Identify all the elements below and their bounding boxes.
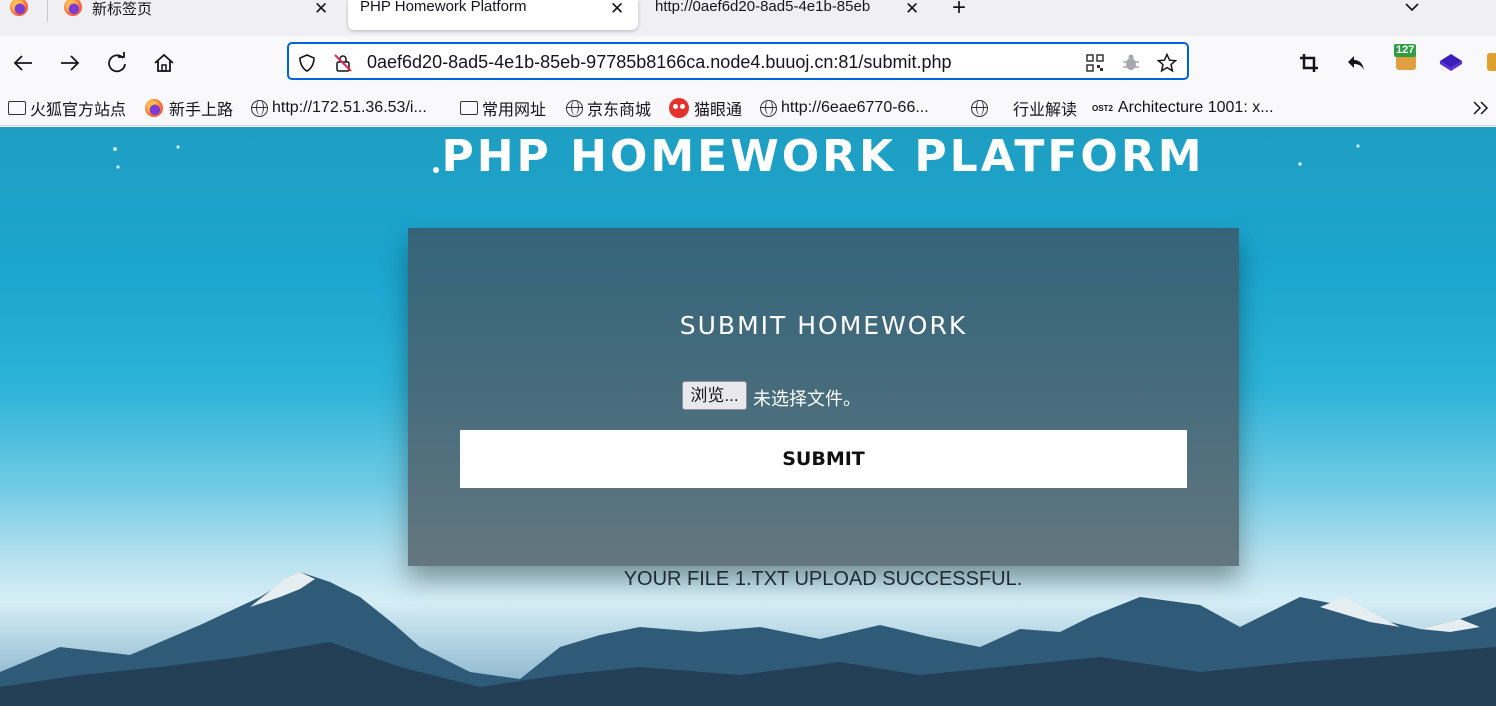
close-icon[interactable]: ✕ bbox=[314, 0, 328, 19]
bookmark-item[interactable]: 新手上路 bbox=[145, 97, 233, 119]
back-arrow-icon bbox=[13, 55, 32, 71]
tab-label: http://0aef6d20-8ad5-4e1b-85eb bbox=[655, 0, 871, 15]
upload-result-message: YOUR FILE 1.TXT UPLOAD SUCCESSFUL. bbox=[623, 568, 1023, 590]
layers-icon[interactable] bbox=[1439, 52, 1463, 74]
crop-icon[interactable] bbox=[1299, 53, 1319, 73]
bookmarks-toolbar: 火狐官方站点 新手上路 http://172.51.36.53/i... 常用网… bbox=[0, 90, 1496, 126]
reload-icon bbox=[108, 52, 126, 73]
undo-arrow-icon[interactable] bbox=[1346, 53, 1366, 73]
browse-file-button[interactable]: 浏览... bbox=[682, 381, 747, 410]
bookmark-item[interactable]: OST2 Architecture 1001: x... bbox=[1092, 97, 1274, 119]
submit-button[interactable]: SUBMIT bbox=[460, 430, 1187, 488]
bookmark-label: http://6eae6770-66... bbox=[781, 99, 929, 116]
bookmark-item[interactable]: 火狐官方站点 bbox=[8, 97, 126, 119]
bookmark-star-icon[interactable] bbox=[1157, 53, 1177, 73]
bookmark-item[interactable]: 猫眼通 bbox=[669, 97, 742, 119]
bookmark-item[interactable]: 常用网址 bbox=[460, 97, 546, 119]
url-text[interactable]: 0aef6d20-8ad5-4e1b-85eb-97785b8166ca.nod… bbox=[367, 52, 951, 73]
bookmark-item[interactable] bbox=[971, 97, 992, 119]
qr-code-icon[interactable] bbox=[1085, 53, 1105, 73]
bookmark-label: 京东商城 bbox=[587, 102, 652, 119]
bookmark-label: 火狐官方站点 bbox=[30, 102, 127, 119]
bookmark-item[interactable]: http://172.51.36.53/i... bbox=[251, 97, 427, 119]
extension-badge: 127 bbox=[1394, 44, 1417, 57]
bookmark-label: Architecture 1001: x... bbox=[1117, 99, 1274, 116]
tab-label: 新标签页 bbox=[92, 1, 153, 18]
chevron-double-right-icon[interactable] bbox=[1472, 100, 1490, 116]
firefox-view-icon[interactable] bbox=[10, 0, 28, 16]
globe-icon bbox=[251, 99, 268, 117]
upload-form-panel: SUBMIT HOMEWORK 浏览... 未选择文件。 SUBMIT bbox=[408, 228, 1239, 566]
extension-button[interactable]: 127 bbox=[1394, 44, 1420, 74]
firefox-icon bbox=[64, 0, 82, 16]
bug-icon[interactable] bbox=[1121, 53, 1141, 73]
page-title: PHP HOMEWORK PLATFORM bbox=[441, 131, 1205, 182]
bookmark-label: 常用网址 bbox=[482, 102, 547, 119]
cat-eye-icon bbox=[669, 98, 689, 118]
bookmark-label: 行业解读 bbox=[1013, 102, 1078, 119]
home-icon bbox=[154, 53, 174, 72]
bookmark-label: http://172.51.36.53/i... bbox=[272, 99, 427, 116]
plus-icon[interactable]: + bbox=[952, 0, 966, 22]
firefox-icon bbox=[145, 99, 163, 117]
reload-button[interactable] bbox=[104, 50, 130, 76]
folder-icon bbox=[8, 101, 26, 115]
tab-active[interactable]: PHP Homework Platform ✕ bbox=[348, 0, 638, 30]
file-status-text: 未选择文件。 bbox=[753, 389, 861, 409]
bookmark-item[interactable]: 京东商城 bbox=[566, 97, 651, 119]
navigation-toolbar: 0aef6d20-8ad5-4e1b-85eb-97785b8166ca.nod… bbox=[0, 36, 1496, 90]
bookmark-item[interactable]: http://6eae6770-66... bbox=[760, 97, 929, 119]
close-icon[interactable]: ✕ bbox=[610, 0, 624, 19]
globe-icon bbox=[566, 99, 583, 117]
forward-button[interactable] bbox=[57, 50, 83, 76]
bookmark-label: 新手上路 bbox=[169, 102, 234, 119]
page-viewport: PHP HOMEWORK PLATFORM SUBMIT HOMEWORK 浏览… bbox=[0, 127, 1496, 706]
back-button[interactable] bbox=[10, 50, 36, 76]
globe-icon bbox=[760, 99, 777, 117]
bookmark-item[interactable]: 行业解读 bbox=[1013, 97, 1077, 119]
extension-overflow-icon[interactable] bbox=[1487, 53, 1496, 71]
form-heading: SUBMIT HOMEWORK bbox=[679, 311, 968, 340]
close-icon[interactable]: ✕ bbox=[905, 0, 919, 19]
bookmark-label: 猫眼通 bbox=[694, 102, 743, 119]
url-bar[interactable]: 0aef6d20-8ad5-4e1b-85eb-97785b8166ca.nod… bbox=[287, 42, 1189, 80]
tab-new-tab[interactable]: 新标签页 ✕ bbox=[64, 0, 336, 36]
shield-icon[interactable] bbox=[297, 53, 317, 73]
tab-label: PHP Homework Platform bbox=[360, 0, 527, 15]
tab-url[interactable]: http://0aef6d20-8ad5-4e1b-85eb ✕ bbox=[655, 0, 925, 36]
folder-icon bbox=[460, 101, 478, 115]
ost2-icon: OST2 bbox=[1092, 103, 1113, 113]
globe-icon bbox=[971, 99, 988, 117]
chevron-down-icon[interactable] bbox=[1404, 2, 1420, 14]
tab-strip: 新标签页 ✕ PHP Homework Platform ✕ http://0a… bbox=[0, 0, 1496, 36]
home-button[interactable] bbox=[151, 50, 177, 76]
forward-arrow-icon bbox=[61, 55, 80, 71]
insecure-lock-icon[interactable] bbox=[333, 53, 353, 73]
tab-separator bbox=[47, 0, 48, 22]
